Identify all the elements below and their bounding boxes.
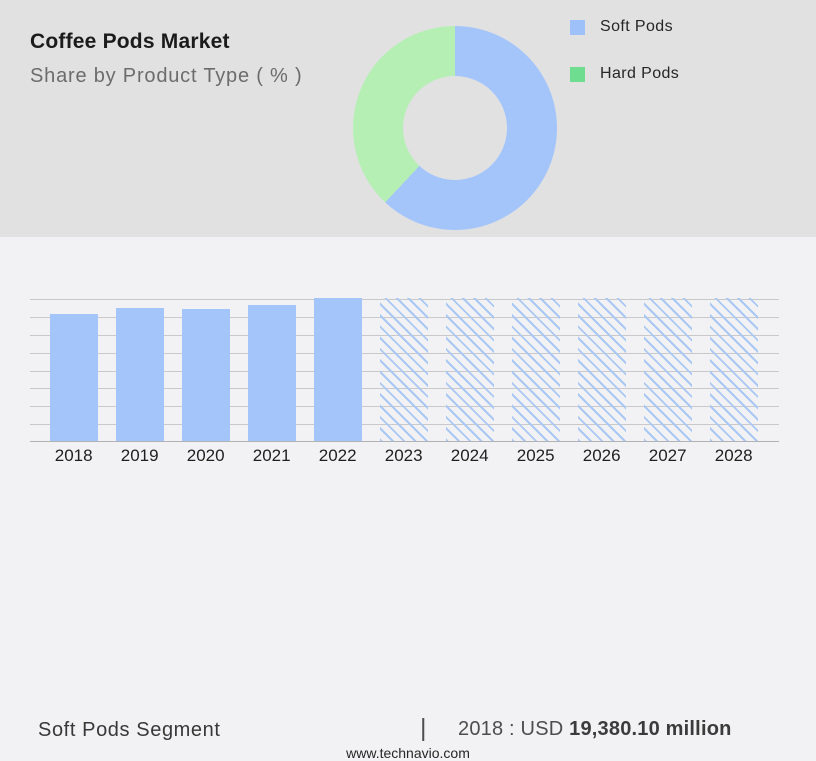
bar-actual [181,309,230,441]
x-axis-label: 2027 [648,446,687,465]
legend-swatch-icon [570,66,585,82]
x-axis-label: 2021 [252,446,291,465]
metric-text: 2018 : USD 19,380.10 million [458,718,732,741]
bar-actual [49,314,98,441]
metric-prefix: 2018 : USD [458,718,564,740]
bar-forecast [445,298,494,441]
metric-value: 19,380.10 million [569,718,732,740]
bar-actual [313,298,362,441]
bar-forecast [643,298,692,441]
bar-chart-panel: 2018 2019 2020 2021 2022 2023 2024 2025 2026 2027… [0,237,816,761]
bar-forecast [577,298,626,441]
x-axis-label: 2024 [450,446,489,465]
x-axis-label: 2022 [318,446,357,465]
chart-title: Coffee Pods Market [30,30,230,53]
bar-forecast [511,298,560,441]
x-axis-label: 2018 [54,446,93,465]
footer-separator: | [420,714,427,742]
bar-forecast [379,298,428,441]
x-axis-label: 2026 [582,446,621,465]
legend-swatch-icon [570,19,585,35]
legend-item: Hard Pods [570,65,679,83]
bar-actual [115,308,164,441]
title-block: Coffee Pods Market Share by Product Type… [30,30,302,88]
chart-subtitle: Share by Product Type ( % ) [30,65,303,87]
legend-label: Hard Pods [600,65,680,82]
donut-chart [353,26,557,230]
x-axis-label: 2028 [714,446,753,465]
website-url: www.technavio.com [346,745,470,761]
donut-hole [403,76,507,180]
x-axis-label: 2025 [516,446,555,465]
donut-chart-panel: Coffee Pods Market Share by Product Type… [0,0,816,237]
legend-item: Soft Pods [570,18,679,36]
segment-label: Soft Pods Segment [38,719,221,741]
bar-plot: 2018 2019 2020 2021 2022 2023 2024 2025 2026 2027… [30,298,779,465]
chart-legend: Soft Pods Hard Pods [570,18,679,112]
x-axis-label: 2023 [384,446,423,465]
x-axis-label: 2019 [120,446,159,465]
bar-actual [247,305,296,441]
x-axis-label: 2020 [186,446,225,465]
bar-forecast [709,298,758,441]
legend-label: Soft Pods [600,18,673,35]
